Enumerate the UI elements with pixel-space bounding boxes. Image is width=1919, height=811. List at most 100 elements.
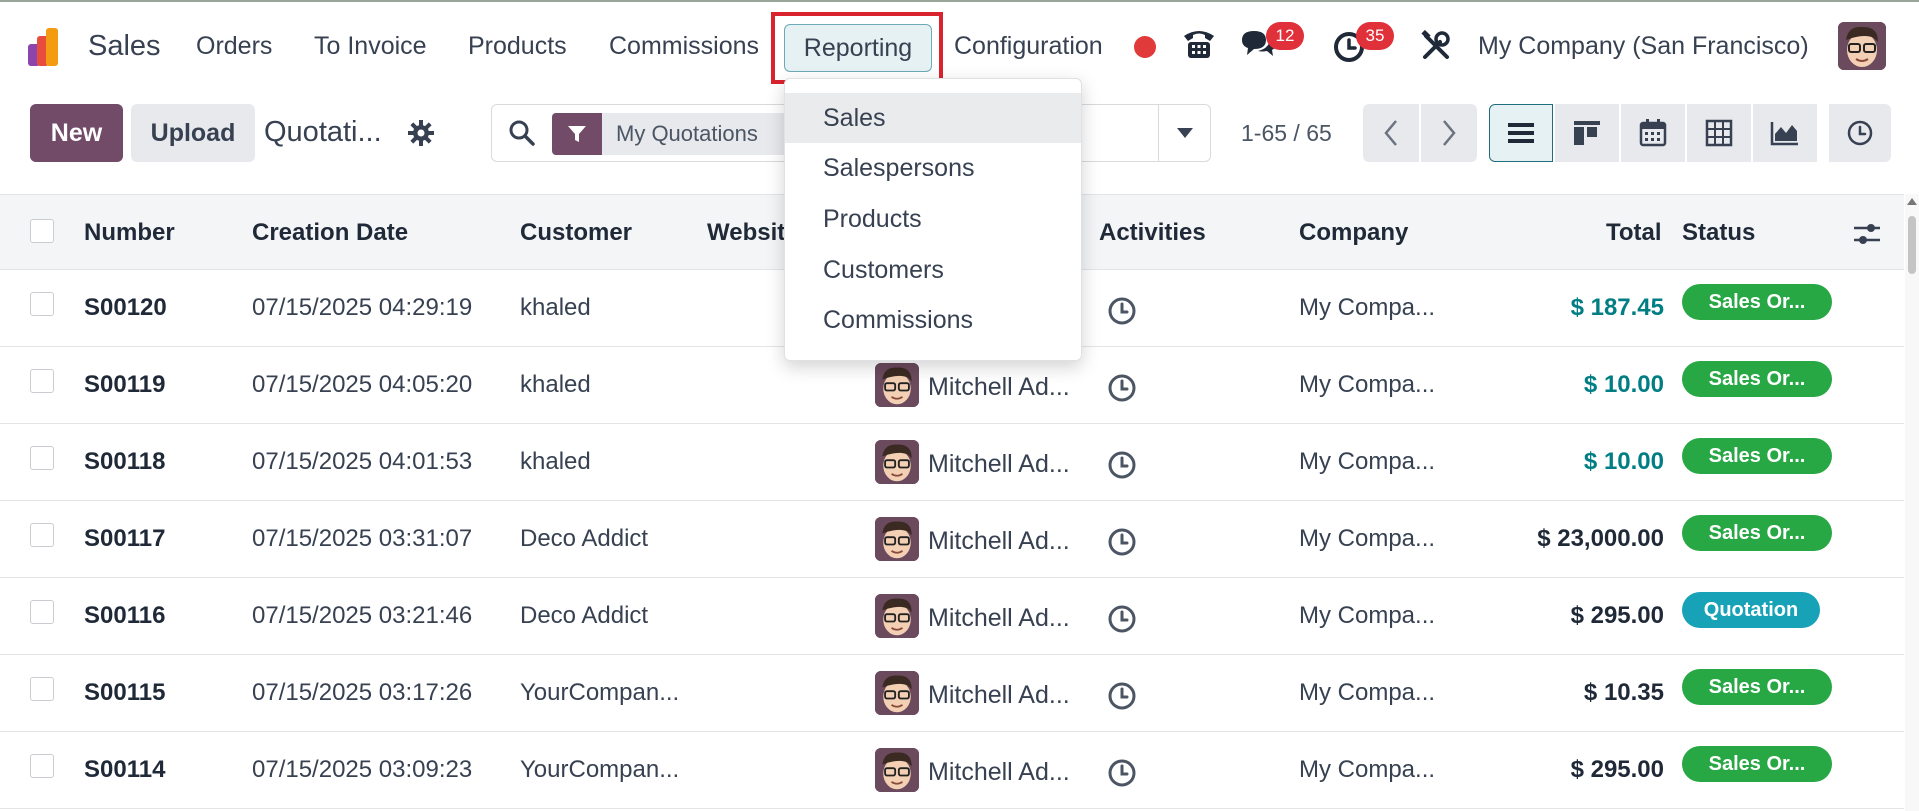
caret-down-icon: [1177, 128, 1193, 138]
activity-clock-icon[interactable]: [1106, 680, 1138, 718]
menu-item-products[interactable]: Products: [785, 194, 1081, 244]
calendar-view-button[interactable]: [1621, 104, 1685, 162]
row-company: My Compa...: [1299, 525, 1436, 552]
kanban-view-button[interactable]: [1555, 104, 1619, 162]
row-checkbox[interactable]: [30, 292, 54, 316]
recording-indicator-icon[interactable]: [1134, 36, 1156, 58]
activity-clock-icon[interactable]: [1106, 449, 1138, 487]
nav-reporting[interactable]: Reporting: [784, 24, 932, 72]
row-customer: khaled: [520, 294, 591, 321]
menu-item-salespersons[interactable]: Salespersons: [785, 143, 1081, 193]
column-header-number[interactable]: Number: [84, 219, 175, 247]
select-all-checkbox[interactable]: [30, 219, 54, 243]
row-checkbox[interactable]: [30, 600, 54, 624]
row-checkbox[interactable]: [30, 677, 54, 701]
column-header-activities[interactable]: Activities: [1099, 219, 1206, 247]
vertical-scrollbar[interactable]: [1905, 194, 1919, 811]
row-salesperson: Mitchell Ad...: [928, 527, 1070, 555]
menu-item-commissions[interactable]: Commissions: [785, 295, 1081, 345]
menu-item-sales[interactable]: Sales: [785, 93, 1081, 143]
salesperson-avatar[interactable]: [875, 440, 919, 484]
activity-view-icon: [1847, 120, 1873, 146]
row-total: $ 295.00: [1570, 756, 1664, 783]
column-header-creation-date[interactable]: Creation Date: [252, 219, 408, 247]
salesperson-avatar[interactable]: [875, 517, 919, 561]
status-badge: Sales Or...: [1682, 669, 1832, 705]
search-options-toggle[interactable]: [1158, 105, 1211, 161]
salesperson-avatar[interactable]: [875, 671, 919, 715]
status-badge: Quotation: [1682, 592, 1820, 628]
new-button[interactable]: New: [30, 104, 123, 162]
app-name[interactable]: Sales: [88, 30, 161, 63]
activity-clock-icon[interactable]: [1106, 295, 1138, 333]
activity-clock-icon[interactable]: [1106, 603, 1138, 641]
row-checkbox[interactable]: [30, 523, 54, 547]
phone-icon[interactable]: [1180, 26, 1218, 68]
activities-count-badge: 35: [1356, 22, 1394, 50]
row-customer: YourCompan...: [520, 679, 680, 706]
pager-previous-button[interactable]: [1363, 104, 1419, 162]
activity-clock-icon[interactable]: [1106, 526, 1138, 564]
column-header-status[interactable]: Status: [1682, 219, 1755, 247]
pivot-view-button[interactable]: [1687, 104, 1751, 162]
row-customer: khaled: [520, 371, 591, 398]
row-number: S00116: [84, 602, 166, 629]
row-company: My Compa...: [1299, 602, 1436, 629]
activity-view-button[interactable]: [1829, 104, 1891, 162]
nav-products[interactable]: Products: [468, 32, 567, 61]
row-total: $ 10.35: [1583, 679, 1664, 706]
row-checkbox[interactable]: [30, 446, 54, 470]
row-customer: khaled: [520, 448, 591, 475]
column-header-company[interactable]: Company: [1299, 219, 1408, 247]
scroll-up-arrow-icon[interactable]: [1907, 198, 1917, 205]
top-navbar: Sales Orders To Invoice Products Commiss…: [0, 2, 1919, 90]
table-row[interactable]: S00114 07/15/2025 03:09:23 YourCompan... Mi…: [0, 732, 1904, 809]
facet-label: My Quotations: [602, 113, 800, 155]
nav-orders[interactable]: Orders: [196, 32, 272, 61]
row-company: My Compa...: [1299, 679, 1436, 706]
search-facet[interactable]: My Quotations: [552, 113, 800, 155]
pager-value[interactable]: 1-65 / 65: [1241, 120, 1332, 147]
salesperson-avatar[interactable]: [875, 363, 919, 407]
status-badge: Sales Or...: [1682, 515, 1832, 551]
odoo-sales-logo-icon[interactable]: [28, 26, 72, 68]
salesperson-avatar[interactable]: [875, 748, 919, 792]
scroll-thumb[interactable]: [1908, 216, 1916, 274]
nav-to-invoice[interactable]: To Invoice: [314, 32, 427, 61]
table-row[interactable]: S00117 07/15/2025 03:31:07 Deco Addict Mitc…: [0, 501, 1904, 578]
row-total: $ 10.00: [1583, 448, 1664, 475]
table-row[interactable]: S00118 07/15/2025 04:01:53 khaled Mitchell …: [0, 424, 1904, 501]
row-checkbox[interactable]: [30, 754, 54, 778]
upload-button[interactable]: Upload: [131, 104, 255, 162]
column-header-website[interactable]: Websit: [707, 219, 785, 247]
activity-clock-icon[interactable]: [1106, 757, 1138, 795]
table-row[interactable]: S00116 07/15/2025 03:21:46 Deco Addict Mitc…: [0, 578, 1904, 655]
row-company: My Compa...: [1299, 294, 1436, 321]
salesperson-avatar[interactable]: [875, 594, 919, 638]
table-row[interactable]: S00115 07/15/2025 03:17:26 YourCompan... Mi…: [0, 655, 1904, 732]
user-avatar[interactable]: [1838, 22, 1886, 70]
row-creation-date: 07/15/2025 03:31:07: [252, 525, 473, 552]
nav-configuration[interactable]: Configuration: [954, 32, 1103, 61]
row-salesperson: Mitchell Ad...: [928, 450, 1070, 478]
column-header-customer[interactable]: Customer: [520, 219, 632, 247]
status-badge: Sales Or...: [1682, 361, 1832, 397]
menu-item-customers[interactable]: Customers: [785, 245, 1081, 295]
pager-next-button[interactable]: [1421, 104, 1477, 162]
list-view-icon: [1508, 123, 1534, 143]
tools-icon[interactable]: [1420, 29, 1452, 68]
pivot-view-icon: [1705, 119, 1733, 147]
status-badge: Sales Or...: [1682, 746, 1832, 782]
graph-view-button[interactable]: [1753, 104, 1817, 162]
column-header-total[interactable]: Total: [1606, 219, 1662, 247]
optional-columns-toggle-icon[interactable]: [1852, 221, 1882, 253]
company-switcher[interactable]: My Company (San Francisco): [1478, 32, 1809, 61]
nav-commissions[interactable]: Commissions: [609, 32, 759, 61]
gear-icon[interactable]: [408, 120, 434, 152]
activity-clock-icon[interactable]: [1106, 372, 1138, 410]
list-view-button[interactable]: [1489, 104, 1553, 162]
row-total: $ 10.00: [1583, 371, 1664, 398]
row-checkbox[interactable]: [30, 369, 54, 393]
page-title: Quotati...: [264, 116, 382, 148]
search-icon[interactable]: [508, 119, 536, 153]
